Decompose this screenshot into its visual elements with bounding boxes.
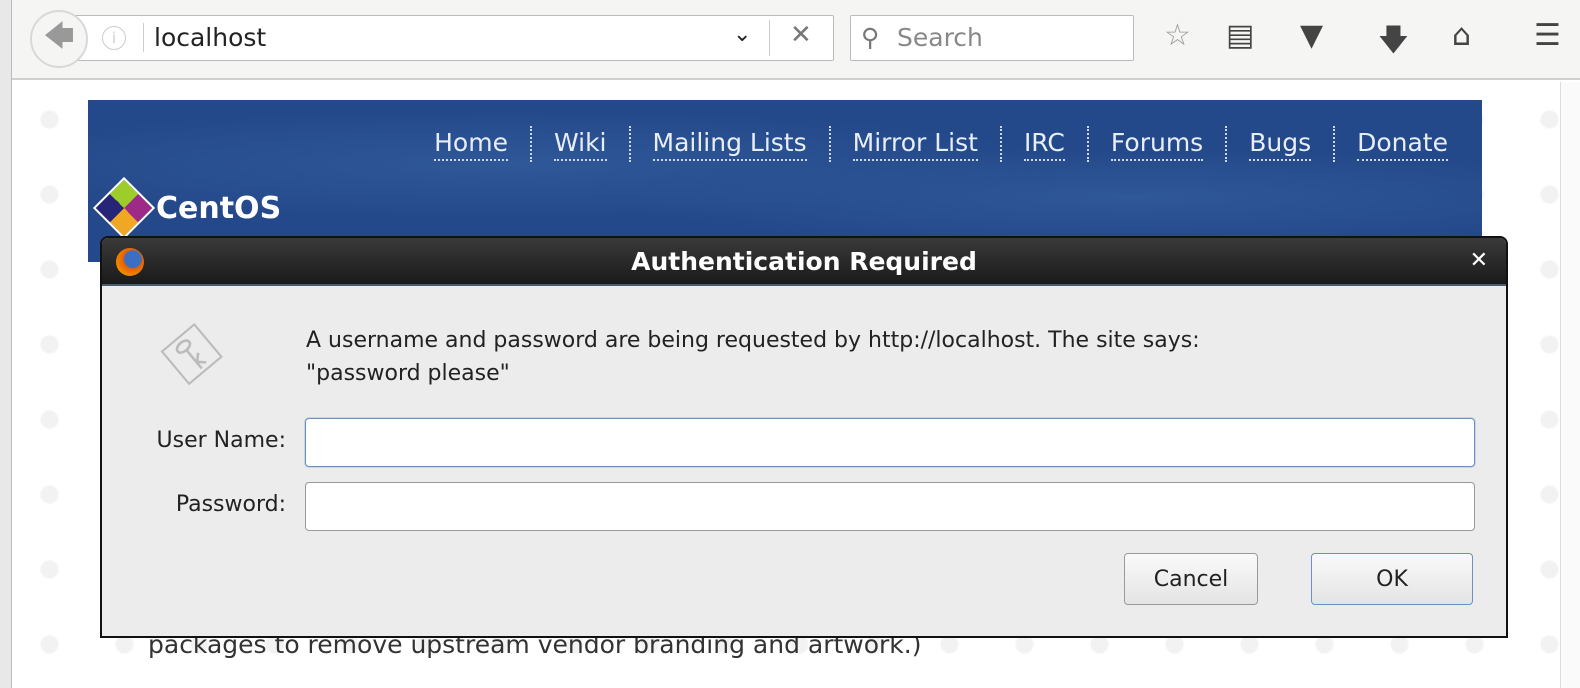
browser-toolbar: 🡄 i localhost ⌄ ✕ ⚲ Search ☆ ▤ ▼ 🡇 ⌂ ☰ — [12, 0, 1580, 80]
nav-bugs[interactable]: Bugs — [1249, 128, 1312, 161]
divider — [628, 126, 631, 162]
divider — [529, 126, 532, 162]
reading-list-icon[interactable]: ▤ — [1226, 18, 1254, 53]
background-window-edge — [0, 0, 12, 688]
centos-logo-icon — [92, 176, 156, 240]
info-icon[interactable]: i — [102, 26, 126, 50]
download-icon[interactable]: 🡇 — [1378, 18, 1409, 69]
username-input[interactable] — [305, 418, 1475, 467]
divider — [1086, 126, 1089, 162]
auth-dialog: Authentication Required ✕ ⚿ A username a… — [100, 236, 1508, 638]
centos-logo[interactable]: CentOS — [92, 176, 282, 240]
url-text[interactable]: localhost — [143, 23, 266, 52]
dialog-title: Authentication Required — [631, 247, 977, 276]
logo-text: CentOS — [156, 190, 282, 226]
home-icon[interactable]: ⌂ — [1452, 18, 1471, 53]
cancel-button[interactable]: Cancel — [1124, 553, 1258, 605]
back-button[interactable]: 🡄 — [30, 10, 88, 68]
bookmark-star-icon[interactable]: ☆ — [1164, 18, 1191, 53]
message-line-2: "password please" — [306, 361, 510, 386]
pocket-icon[interactable]: ▼ — [1300, 18, 1323, 53]
username-label: User Name: — [156, 428, 286, 453]
nav-mirror-list[interactable]: Mirror List — [852, 128, 978, 161]
divider — [1333, 126, 1336, 162]
close-icon[interactable]: ✕ — [1470, 248, 1488, 273]
divider — [828, 126, 831, 162]
password-label: Password: — [175, 492, 286, 517]
nav-irc[interactable]: IRC — [1023, 128, 1065, 161]
search-icon: ⚲ — [861, 23, 880, 52]
message-line-1: A username and password are being reques… — [306, 328, 1200, 353]
clear-icon[interactable]: ✕ — [769, 20, 812, 56]
dialog-titlebar[interactable]: Authentication Required ✕ — [102, 238, 1506, 286]
password-input[interactable] — [305, 482, 1475, 531]
nav-home[interactable]: Home — [434, 128, 508, 161]
site-nav: Home Wiki Mailing Lists Mirror List IRC … — [434, 126, 1448, 162]
divider — [999, 126, 1002, 162]
back-arrow-icon: 🡄 — [43, 18, 75, 54]
nav-mailing-lists[interactable]: Mailing Lists — [652, 128, 807, 161]
search-input[interactable]: ⚲ Search — [850, 15, 1134, 61]
menu-icon[interactable]: ☰ — [1534, 18, 1561, 53]
nav-forums[interactable]: Forums — [1110, 128, 1204, 161]
search-placeholder: Search — [897, 23, 983, 52]
key-icon: ⚿ — [149, 310, 235, 400]
nav-wiki[interactable]: Wiki — [553, 128, 607, 161]
scrollbar[interactable] — [1560, 82, 1580, 688]
nav-donate[interactable]: Donate — [1357, 128, 1448, 161]
divider — [1225, 126, 1228, 162]
url-bar[interactable]: i localhost ⌄ ✕ — [64, 15, 834, 61]
ok-button[interactable]: OK — [1311, 553, 1473, 605]
dropdown-icon[interactable]: ⌄ — [733, 22, 751, 47]
dialog-message: A username and password are being reques… — [306, 324, 1200, 390]
